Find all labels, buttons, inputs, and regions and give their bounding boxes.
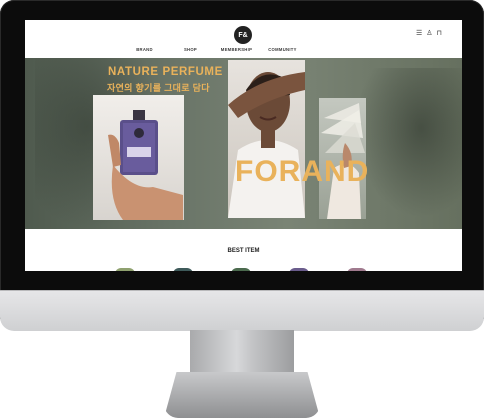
menu-icon[interactable]: ☰ — [416, 30, 422, 38]
hero-subtitle: 자연의 향기를 그대로 담다 — [107, 83, 210, 93]
nav-membership[interactable]: MEMBERSHIP — [214, 47, 260, 58]
perfume-bottle-photo — [93, 95, 184, 220]
product-thumb[interactable] — [115, 268, 135, 271]
nav-brand[interactable]: BRAND — [122, 47, 168, 58]
monitor-stand-neck — [190, 330, 294, 374]
main-nav: BRAND SHOP MEMBERSHIP COMMUNITY — [25, 47, 462, 58]
bag-icon[interactable]: ⊓ — [437, 30, 442, 38]
header: F& ☰ ♙ ⊓ — [25, 20, 462, 45]
product-thumb[interactable] — [347, 268, 367, 271]
nav-community[interactable]: COMMUNITY — [260, 47, 306, 58]
product-carousel-preview — [25, 265, 462, 271]
product-thumb[interactable] — [289, 268, 309, 271]
product-thumb[interactable] — [173, 268, 193, 271]
monitor-stand-base — [164, 372, 320, 418]
user-icon[interactable]: ♙ — [426, 30, 432, 38]
hero-banner: NATURE PERFUME 자연의 향기를 그대로 담다 FORAND — [25, 58, 462, 229]
monitor-chin — [0, 290, 484, 331]
model-portrait-photo — [228, 60, 305, 218]
nav-shop[interactable]: SHOP — [168, 47, 214, 58]
website-screen: F& ☰ ♙ ⊓ BRAND SHOP MEMBERSHIP COMMUNITY… — [25, 20, 462, 271]
logo[interactable]: F& — [234, 26, 252, 44]
leaf-shadow-right — [355, 68, 462, 218]
brand-wordmark: FORAND — [235, 155, 370, 188]
best-item-heading: BEST ITEM — [227, 248, 260, 254]
utility-icons: ☰ ♙ ⊓ — [416, 30, 442, 38]
hero-title: NATURE PERFUME — [108, 66, 223, 78]
product-thumb[interactable] — [231, 268, 251, 271]
